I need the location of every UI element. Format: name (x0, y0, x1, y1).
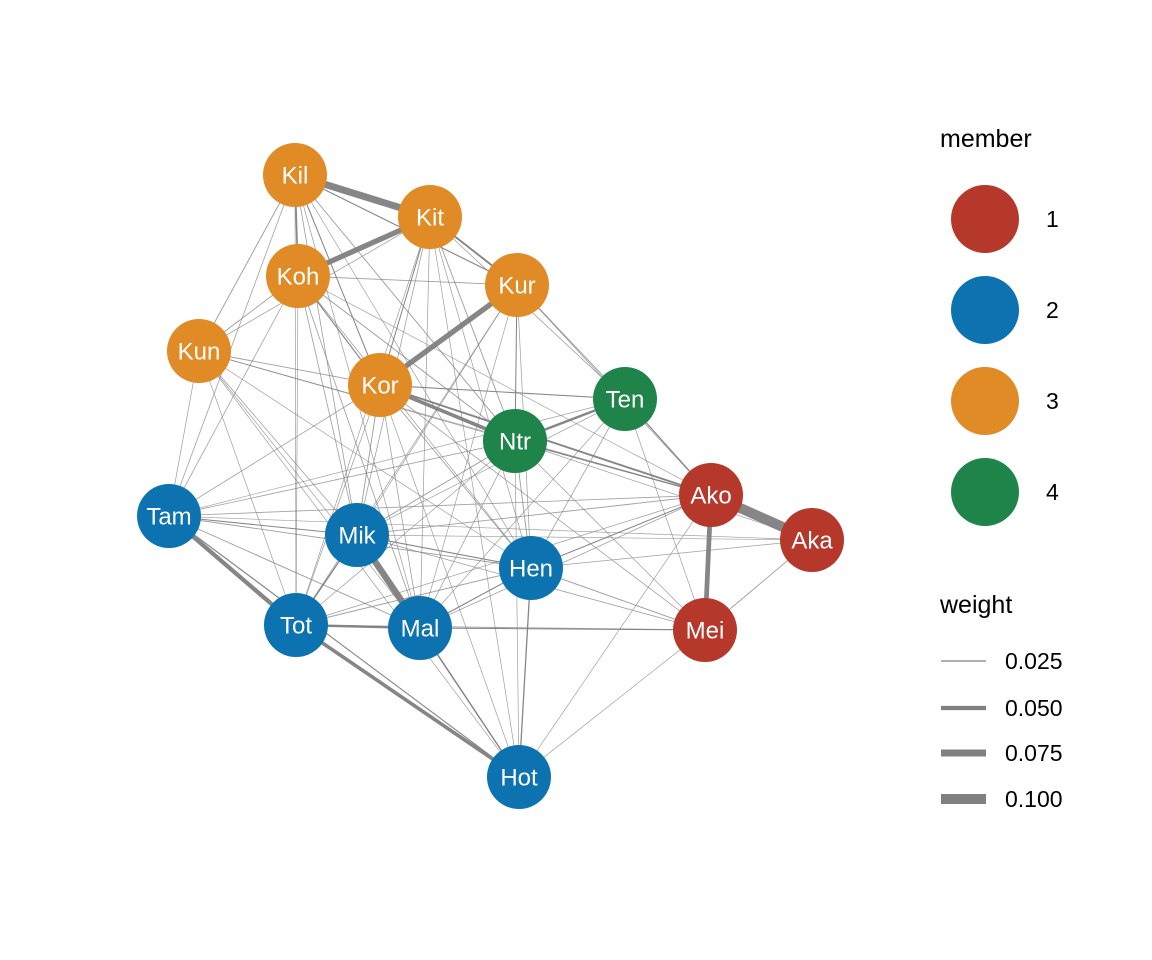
graph-node[interactable]: Ako (679, 463, 743, 527)
graph-edge (297, 275, 518, 286)
legend-item: 4 (951, 458, 1059, 526)
legend-item: 0.100 (941, 786, 1063, 812)
legend-item-label: 4 (1046, 479, 1059, 505)
node-circle[interactable] (266, 244, 330, 308)
legend-item-label: 0.025 (1005, 648, 1063, 674)
graph-node[interactable]: Tot (264, 593, 328, 657)
graph-edge (294, 174, 297, 626)
legend-item: 0.025 (941, 648, 1063, 674)
legend-item-label: 2 (1046, 297, 1059, 323)
graph-node[interactable]: Ntr (483, 409, 547, 473)
node-circle[interactable] (780, 508, 844, 572)
graph-node[interactable]: Ten (593, 367, 657, 431)
legend-item: 0.075 (941, 740, 1063, 766)
legend-title-member: member (940, 125, 1032, 153)
graph-node[interactable]: Hot (487, 745, 551, 809)
graph-node[interactable]: Kil (263, 143, 327, 207)
graph-edge (168, 398, 626, 517)
graph-edge (419, 216, 431, 629)
node-circle[interactable] (263, 143, 327, 207)
legend-color-swatch (951, 367, 1019, 435)
legend-item-label: 0.075 (1005, 740, 1063, 766)
node-circle[interactable] (348, 353, 412, 417)
graph-node[interactable]: Mik (325, 503, 389, 567)
graph-edge (530, 539, 813, 569)
legend-weight: weight 0.025 0.050 0.075 0.100 (939, 591, 1063, 812)
legend-item-label: 0.050 (1005, 695, 1063, 721)
graph-edge (356, 398, 626, 536)
graph-node[interactable]: Tam (137, 484, 201, 548)
node-circle[interactable] (388, 596, 452, 660)
legend-item-label: 3 (1046, 388, 1059, 414)
legend-color-swatch (951, 276, 1019, 344)
graph-node[interactable]: Kur (485, 253, 549, 317)
node-circle[interactable] (487, 745, 551, 809)
graph-node[interactable]: Kit (398, 185, 462, 249)
legend-item-label: 0.100 (1005, 786, 1063, 812)
legend-item: 1 (951, 185, 1059, 253)
graph-canvas: Kil Kit Koh Kur Kun Kor Ten Ntr Ako Aka Mei Tam Mik H… (137, 125, 1063, 812)
node-circle[interactable] (679, 463, 743, 527)
graph-edge (297, 275, 421, 629)
graph-edge (419, 494, 712, 629)
legend-layer: member 1 2 3 4 weight 0.025 0.050 0.075 0.100 (939, 125, 1063, 812)
graph-node[interactable]: Hen (499, 536, 563, 600)
node-circle[interactable] (325, 503, 389, 567)
legend-color-swatch (951, 458, 1019, 526)
graph-node[interactable]: Mei (673, 598, 737, 662)
graph-edge (168, 275, 299, 517)
node-circle[interactable] (673, 598, 737, 662)
node-circle[interactable] (485, 253, 549, 317)
node-circle[interactable] (264, 593, 328, 657)
legend-item: 2 (951, 276, 1059, 344)
legend-item: 0.050 (941, 695, 1063, 721)
node-circle[interactable] (398, 185, 462, 249)
graph-edge (518, 629, 706, 778)
node-circle[interactable] (593, 367, 657, 431)
legend-color-swatch (951, 185, 1019, 253)
legend-item-label: 1 (1046, 206, 1059, 232)
legend-item: 3 (951, 367, 1059, 435)
node-circle[interactable] (167, 319, 231, 383)
network-graph-figure: Kil Kit Koh Kur Kun Kor Ten Ntr Ako Aka Mei Tam Mik H… (0, 0, 1152, 960)
graph-node[interactable]: Kun (167, 319, 231, 383)
graph-edge (297, 275, 516, 442)
node-circle[interactable] (499, 536, 563, 600)
legend-title-weight: weight (939, 591, 1012, 619)
graph-node[interactable]: Aka (780, 508, 844, 572)
graph-edge (514, 440, 520, 778)
node-circle[interactable] (483, 409, 547, 473)
graph-node[interactable]: Koh (266, 244, 330, 308)
graph-node[interactable]: Kor (348, 353, 412, 417)
node-circle[interactable] (137, 484, 201, 548)
legend-member: member 1 2 3 4 (940, 125, 1059, 526)
graph-node[interactable]: Mal (388, 596, 452, 660)
